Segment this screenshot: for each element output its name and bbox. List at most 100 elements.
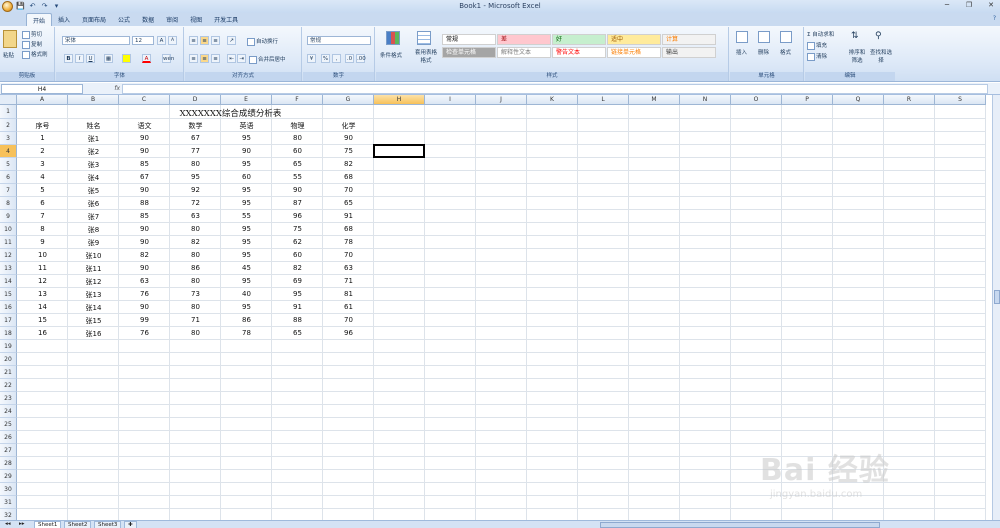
currency-icon[interactable]: ¥ bbox=[307, 54, 316, 63]
data-cell[interactable]: 95 bbox=[221, 238, 272, 246]
column-header-N[interactable]: N bbox=[680, 95, 731, 105]
style-cell-2[interactable]: 好 bbox=[552, 34, 606, 45]
data-cell[interactable]: 67 bbox=[170, 134, 221, 142]
orientation-icon[interactable]: ↗ bbox=[227, 36, 236, 45]
tab-2[interactable]: 页面布局 bbox=[76, 13, 112, 26]
header-cell-4[interactable]: 英语 bbox=[221, 121, 272, 131]
wrap-text-button[interactable]: 自动换行 bbox=[247, 37, 278, 46]
conditional-format-icon[interactable] bbox=[386, 31, 400, 45]
column-header-I[interactable]: I bbox=[425, 95, 476, 105]
data-cell[interactable]: 95 bbox=[221, 225, 272, 233]
data-cell[interactable]: 张15 bbox=[68, 316, 119, 326]
data-cell[interactable]: 7 bbox=[17, 212, 68, 220]
column-header-E[interactable]: E bbox=[221, 95, 272, 105]
data-cell[interactable]: 95 bbox=[272, 290, 323, 298]
data-cell[interactable]: 60 bbox=[272, 147, 323, 155]
data-cell[interactable]: 61 bbox=[323, 303, 374, 311]
row-header-29[interactable]: 29 bbox=[0, 470, 17, 483]
data-cell[interactable]: 95 bbox=[221, 160, 272, 168]
data-cell[interactable]: 16 bbox=[17, 329, 68, 337]
data-cell[interactable]: 1 bbox=[17, 134, 68, 142]
vertical-scrollbar[interactable] bbox=[992, 95, 1000, 520]
conditional-format-button[interactable]: 条件格式 bbox=[380, 51, 402, 59]
data-cell[interactable]: 90 bbox=[272, 186, 323, 194]
data-cell[interactable]: 80 bbox=[170, 225, 221, 233]
insert-cells-button[interactable]: 插入 bbox=[736, 48, 747, 56]
selected-cell-h4[interactable] bbox=[373, 144, 425, 158]
data-cell[interactable]: 82 bbox=[272, 264, 323, 272]
row-header-1[interactable]: 1 bbox=[0, 105, 17, 119]
autosum-button[interactable]: Σ 自动求和 bbox=[807, 30, 834, 38]
data-cell[interactable]: 62 bbox=[272, 238, 323, 246]
comma-button[interactable]: , bbox=[332, 54, 341, 63]
data-cell[interactable]: 15 bbox=[17, 316, 68, 324]
bold-button[interactable]: B bbox=[64, 54, 73, 63]
data-cell[interactable]: 2 bbox=[17, 147, 68, 155]
data-cell[interactable]: 95 bbox=[221, 186, 272, 194]
align-top-icon[interactable]: ≡ bbox=[189, 36, 198, 45]
data-cell[interactable]: 张6 bbox=[68, 199, 119, 209]
data-cell[interactable]: 88 bbox=[272, 316, 323, 324]
insert-sheet-icon[interactable]: ✚ bbox=[124, 521, 137, 528]
data-cell[interactable]: 69 bbox=[272, 277, 323, 285]
data-cell[interactable]: 75 bbox=[323, 147, 374, 155]
decrease-decimal-icon[interactable]: .00 bbox=[356, 54, 366, 63]
find-binoculars-icon[interactable]: ⚲ bbox=[875, 31, 887, 43]
data-cell[interactable]: 92 bbox=[170, 186, 221, 194]
row-header-2[interactable]: 2 bbox=[0, 119, 17, 132]
row-header-27[interactable]: 27 bbox=[0, 444, 17, 457]
horizontal-scroll-thumb[interactable] bbox=[600, 522, 880, 528]
data-cell[interactable]: 95 bbox=[221, 251, 272, 259]
data-cell[interactable]: 90 bbox=[323, 134, 374, 142]
font-name-dropdown[interactable]: 宋体 bbox=[62, 36, 130, 45]
row-header-22[interactable]: 22 bbox=[0, 379, 17, 392]
column-header-L[interactable]: L bbox=[578, 95, 629, 105]
align-bottom-icon[interactable]: ≡ bbox=[211, 36, 220, 45]
data-cell[interactable]: 张13 bbox=[68, 290, 119, 300]
data-cell[interactable]: 张11 bbox=[68, 264, 119, 274]
align-left-icon[interactable]: ≡ bbox=[189, 54, 198, 63]
data-cell[interactable]: 82 bbox=[323, 160, 374, 168]
delete-cells-button[interactable]: 删除 bbox=[758, 48, 769, 56]
data-cell[interactable]: 6 bbox=[17, 199, 68, 207]
data-cell[interactable]: 86 bbox=[221, 316, 272, 324]
data-cell[interactable]: 3 bbox=[17, 160, 68, 168]
cut-button[interactable]: 剪切 bbox=[22, 30, 42, 39]
data-cell[interactable]: 91 bbox=[323, 212, 374, 220]
delete-cells-icon[interactable] bbox=[758, 31, 770, 43]
merge-center-button[interactable]: 合并后居中 bbox=[249, 55, 286, 64]
data-cell[interactable]: 90 bbox=[119, 147, 170, 155]
data-cell[interactable]: 85 bbox=[119, 160, 170, 168]
header-cell-5[interactable]: 物理 bbox=[272, 121, 323, 131]
data-cell[interactable]: 8 bbox=[17, 225, 68, 233]
header-cell-2[interactable]: 语文 bbox=[119, 121, 170, 131]
data-cell[interactable]: 82 bbox=[119, 251, 170, 259]
tab-6[interactable]: 视图 bbox=[184, 13, 208, 26]
data-cell[interactable]: 90 bbox=[119, 186, 170, 194]
italic-button[interactable]: I bbox=[75, 54, 84, 63]
data-cell[interactable]: 张5 bbox=[68, 186, 119, 196]
column-header-F[interactable]: F bbox=[272, 95, 323, 105]
data-cell[interactable]: 95 bbox=[221, 134, 272, 142]
sheet-tab-2[interactable]: Sheet2 bbox=[64, 521, 92, 528]
font-color-icon[interactable]: A bbox=[142, 54, 151, 63]
style-cell-4[interactable]: 计算 bbox=[662, 34, 716, 45]
font-size-dropdown[interactable]: 12 bbox=[132, 36, 154, 45]
data-cell[interactable]: 60 bbox=[221, 173, 272, 181]
data-cell[interactable]: 78 bbox=[221, 329, 272, 337]
data-cell[interactable]: 65 bbox=[272, 160, 323, 168]
row-header-19[interactable]: 19 bbox=[0, 340, 17, 353]
row-header-14[interactable]: 14 bbox=[0, 275, 17, 288]
data-cell[interactable]: 95 bbox=[221, 303, 272, 311]
header-cell-1[interactable]: 姓名 bbox=[68, 121, 119, 131]
row-header-20[interactable]: 20 bbox=[0, 353, 17, 366]
row-header-16[interactable]: 16 bbox=[0, 301, 17, 314]
column-header-B[interactable]: B bbox=[68, 95, 119, 105]
data-cell[interactable]: 76 bbox=[119, 290, 170, 298]
style-cell-5[interactable]: 检查单元格 bbox=[442, 47, 496, 58]
data-cell[interactable]: 70 bbox=[323, 186, 374, 194]
data-cell[interactable]: 95 bbox=[221, 277, 272, 285]
data-cell[interactable]: 90 bbox=[119, 134, 170, 142]
data-cell[interactable]: 78 bbox=[323, 238, 374, 246]
data-cell[interactable]: 张9 bbox=[68, 238, 119, 248]
